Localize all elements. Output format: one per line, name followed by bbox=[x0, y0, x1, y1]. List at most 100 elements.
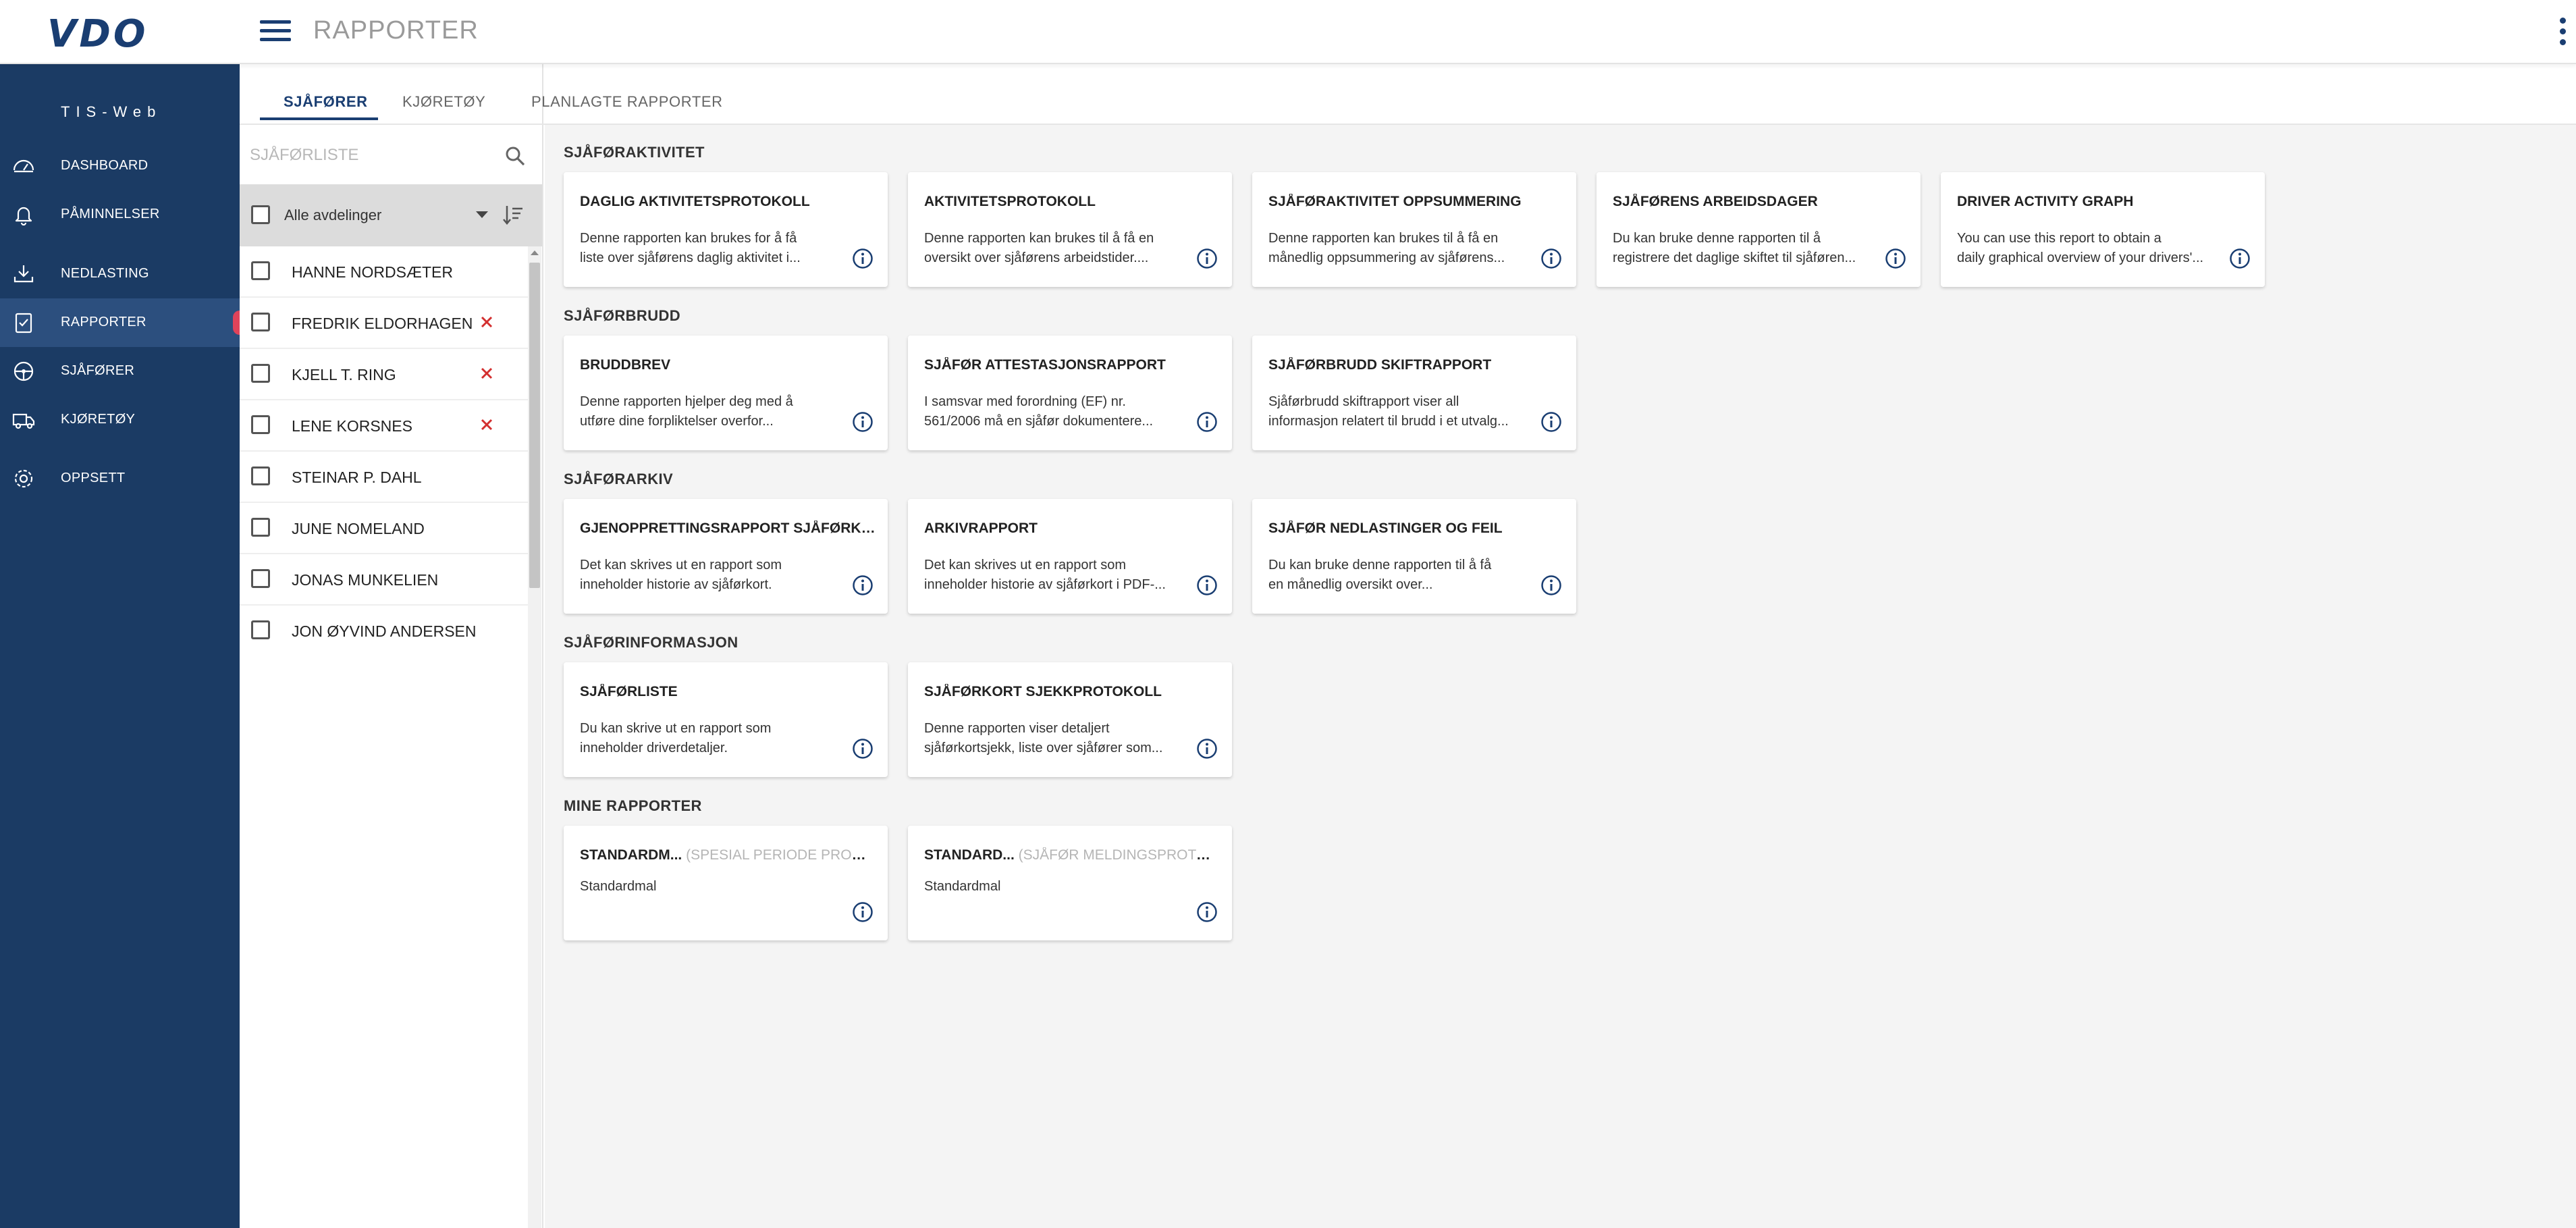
sidebar-item-dashboard[interactable]: DASHBOARD bbox=[0, 142, 240, 190]
scrollbar-thumb[interactable] bbox=[529, 263, 540, 588]
report-card[interactable]: DRIVER ACTIVITY GRAPH You can use this r… bbox=[1941, 172, 2265, 287]
info-icon[interactable] bbox=[851, 247, 874, 270]
driver-checkbox[interactable] bbox=[251, 261, 270, 280]
driver-checkbox[interactable] bbox=[251, 313, 270, 331]
report-card[interactable]: SJÅFØRLISTE Du kan skrive ut en rapport … bbox=[564, 662, 888, 777]
card-title: GJENOPPRETTINGSRAPPORT SJÅFØRKORT bbox=[580, 520, 877, 536]
sidebar-item-label: DASHBOARD bbox=[61, 158, 149, 173]
driver-checkbox[interactable] bbox=[251, 620, 270, 639]
info-icon[interactable] bbox=[1196, 737, 1218, 760]
remove-icon[interactable] bbox=[477, 364, 496, 383]
tab-planlagte-rapporter[interactable]: PLANLAGTE RAPPORTER bbox=[531, 93, 723, 111]
driver-checkbox[interactable] bbox=[251, 518, 270, 537]
info-icon[interactable] bbox=[851, 410, 874, 433]
card-subtitle: (SPESIAL PERIODE PROTOK... bbox=[686, 847, 870, 863]
list-item[interactable]: JONAS MUNKELIEN bbox=[240, 554, 529, 606]
report-catalog: SJÅFØRAKTIVITET DAGLIG AKTIVITETSPROTOKO… bbox=[545, 125, 2576, 1228]
driver-name: STEINAR P. DAHL bbox=[292, 469, 422, 486]
driver-checkbox[interactable] bbox=[251, 364, 270, 383]
select-all-checkbox[interactable] bbox=[251, 205, 270, 224]
card-subtitle: (SJÅFØR MELDINGSPROTOK... bbox=[1014, 847, 1214, 863]
list-item[interactable]: STEINAR P. DAHL bbox=[240, 452, 529, 503]
report-card[interactable]: BRUDDBREV Denne rapporten hjelper deg me… bbox=[564, 336, 888, 450]
driver-checkbox[interactable] bbox=[251, 569, 270, 588]
report-card[interactable]: SJÅFØR NEDLASTINGER OG FEIL Du kan bruke… bbox=[1252, 499, 1576, 614]
report-card[interactable]: SJÅFØRKORT SJEKKPROTOKOLL Denne rapporte… bbox=[908, 662, 1232, 777]
card-description: Det kan skrives ut en rapport som innehol… bbox=[924, 558, 1166, 592]
list-item[interactable]: HANNE NORDSÆTER bbox=[240, 246, 529, 298]
info-icon[interactable] bbox=[1540, 410, 1563, 433]
list-item[interactable]: FREDRIK ELDORHAGEN bbox=[240, 298, 529, 349]
list-item[interactable]: JON ØYVIND ANDERSEN bbox=[240, 606, 529, 657]
sidebar-item-nedlasting[interactable]: NEDLASTING bbox=[0, 250, 240, 298]
card-description: Denne rapporten kan brukes til å få en ov… bbox=[924, 231, 1154, 265]
card-title: SJÅFØRBRUDD SKIFTRAPPORT bbox=[1268, 357, 1492, 373]
info-icon[interactable] bbox=[851, 574, 874, 597]
vdo-logo[interactable]: VDO bbox=[47, 12, 148, 56]
info-icon[interactable] bbox=[1196, 247, 1218, 270]
search-icon[interactable] bbox=[504, 144, 527, 167]
driver-search bbox=[250, 135, 533, 176]
sort-icon[interactable] bbox=[502, 203, 525, 226]
sidebar-item-rapporter[interactable]: RAPPORTER bbox=[0, 298, 246, 347]
scroll-up-icon[interactable] bbox=[531, 250, 539, 255]
info-icon[interactable] bbox=[1196, 901, 1218, 924]
driver-checkbox[interactable] bbox=[251, 466, 270, 485]
driver-list-scrollbar[interactable] bbox=[528, 246, 541, 1228]
page-title: RAPPORTER bbox=[313, 16, 479, 45]
card-description: Du kan skrive ut en rapport som inneholde… bbox=[580, 721, 772, 755]
info-icon[interactable] bbox=[851, 737, 874, 760]
more-options-icon[interactable] bbox=[2556, 15, 2569, 49]
sidebar-item-sjaforer[interactable]: SJÅFØRER bbox=[0, 347, 240, 396]
info-icon[interactable] bbox=[1196, 410, 1218, 433]
info-icon[interactable] bbox=[1196, 574, 1218, 597]
driver-name: KJELL T. RING bbox=[292, 366, 396, 383]
report-card[interactable]: SJÅFØRENS ARBEIDSDAGER Du kan bruke denn… bbox=[1596, 172, 1921, 287]
info-icon[interactable] bbox=[851, 901, 874, 924]
hamburger-menu-icon[interactable] bbox=[260, 19, 291, 43]
list-item[interactable]: JUNE NOMELAND bbox=[240, 503, 529, 554]
chevron-down-icon[interactable] bbox=[476, 211, 488, 218]
sidebar-item-label: NEDLASTING bbox=[61, 266, 149, 281]
info-icon[interactable] bbox=[1884, 247, 1907, 270]
report-card[interactable]: STANDARD... (SJÅFØR MELDINGSPROTOK... St… bbox=[908, 826, 1232, 940]
remove-icon[interactable] bbox=[477, 415, 496, 434]
tab-sjaforer[interactable]: SJÅFØRER bbox=[284, 93, 368, 111]
top-bar: VDO RAPPORTER bbox=[0, 0, 2576, 64]
report-card[interactable]: ARKIVRAPPORT Det kan skrives ut en rappo… bbox=[908, 499, 1232, 614]
card-description: Denne rapporten kan brukes for å få liste… bbox=[580, 231, 801, 265]
card-description: Standardmal bbox=[924, 879, 1001, 894]
gear-icon bbox=[14, 469, 33, 488]
info-icon[interactable] bbox=[1540, 247, 1563, 270]
sidebar-item-label: OPPSETT bbox=[61, 471, 126, 485]
report-card[interactable]: AKTIVITETSPROTOKOLL Denne rapporten kan … bbox=[908, 172, 1232, 287]
report-card[interactable]: SJÅFØRBRUDD SKIFTRAPPORT Sjåførbrudd ski… bbox=[1252, 336, 1576, 450]
report-card[interactable]: DAGLIG AKTIVITETSPROTOKOLL Denne rapport… bbox=[564, 172, 888, 287]
tab-kjoretoy[interactable]: KJØRETØY bbox=[402, 93, 485, 111]
section-title: SJÅFØRBRUDD bbox=[564, 307, 681, 324]
card-title: SJÅFØRAKTIVITET OPPSUMMERING bbox=[1268, 194, 1522, 209]
report-card[interactable]: STANDARDM... (SPESIAL PERIODE PROTOK... … bbox=[564, 826, 888, 940]
list-item[interactable]: LENE KORSNES bbox=[240, 400, 529, 452]
info-icon[interactable] bbox=[1540, 574, 1563, 597]
department-select[interactable]: Alle avdelinger bbox=[284, 207, 381, 224]
report-card[interactable]: SJÅFØR ATTESTASJONSRAPPORT I samsvar med… bbox=[908, 336, 1232, 450]
driver-checkbox[interactable] bbox=[251, 415, 270, 434]
sidebar-item-oppsett[interactable]: OPPSETT bbox=[0, 454, 240, 503]
card-title: SJÅFØRKORT SJEKKPROTOKOLL bbox=[924, 684, 1162, 699]
driver-search-input[interactable] bbox=[250, 140, 493, 170]
sidebar-item-label: PÅMINNELSER bbox=[61, 207, 160, 221]
list-item[interactable]: KJELL T. RING bbox=[240, 349, 529, 400]
card-title: SJÅFØRENS ARBEIDSDAGER bbox=[1613, 194, 1818, 209]
sidebar-item-kjoretoy[interactable]: KJØRETØY bbox=[0, 396, 240, 444]
section-title: SJÅFØRARKIV bbox=[564, 471, 674, 487]
report-card[interactable]: SJÅFØRAKTIVITET OPPSUMMERING Denne rappo… bbox=[1252, 172, 1576, 287]
report-card[interactable]: GJENOPPRETTINGSRAPPORT SJÅFØRKORT Det ka… bbox=[564, 499, 888, 614]
info-icon[interactable] bbox=[2228, 247, 2251, 270]
sidebar-item-paminnelser[interactable]: PÅMINNELSER bbox=[0, 190, 240, 239]
card-title: DRIVER ACTIVITY GRAPH bbox=[1957, 194, 2134, 209]
card-title: AKTIVITETSPROTOKOLL bbox=[924, 194, 1096, 209]
truck-icon bbox=[12, 413, 35, 429]
remove-icon[interactable] bbox=[477, 313, 496, 331]
section-title: SJÅFØRAKTIVITET bbox=[564, 144, 705, 161]
